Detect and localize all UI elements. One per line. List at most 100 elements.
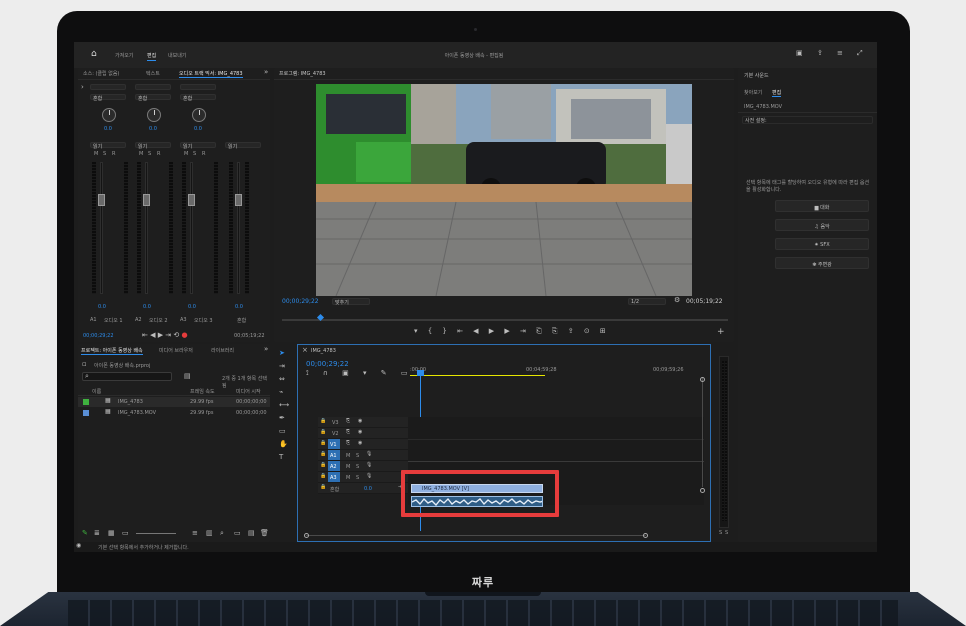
more-panels-icon[interactable]: » [264, 346, 268, 353]
tab-export[interactable]: 내보내기 [168, 52, 186, 59]
quick-export-icon[interactable]: ▣ [796, 50, 803, 57]
col-media-start[interactable]: 미디어 시작 [236, 388, 261, 395]
transport-controls[interactable]: ⇤ ◀ ▶ ⇥ ⟲ ● [142, 332, 188, 339]
add-button-icon[interactable]: + [717, 328, 725, 337]
record-button[interactable]: R [202, 151, 205, 157]
volume-fader[interactable] [188, 194, 195, 206]
automation-dropdown[interactable]: 읽기 [180, 142, 216, 150]
wrench-icon[interactable]: ⚙ [674, 297, 680, 304]
track-a3[interactable]: 🔒 A3 M S 🎙 [318, 472, 408, 483]
mic-icon[interactable]: 🎙 [366, 452, 372, 457]
home-icon[interactable]: ⌂ [91, 50, 97, 59]
hscroll-handle-right[interactable] [643, 533, 648, 538]
lock-icon[interactable]: 🔒 [320, 452, 326, 457]
automation-dropdown[interactable]: 읽기 [90, 142, 126, 150]
hand-icon[interactable]: ✋ [279, 441, 288, 448]
tab-edit-sound[interactable]: 편집 [772, 89, 782, 97]
program-video-frame[interactable] [316, 84, 692, 296]
find-icon[interactable]: ⌕ [220, 530, 224, 537]
track-v1[interactable]: 🔒 V1 ⎘ ◉ [318, 439, 408, 450]
scroll-handle-top[interactable] [700, 377, 705, 382]
type-icon[interactable]: T [279, 454, 283, 461]
ripple-edit-icon[interactable]: ⇔ [279, 376, 285, 383]
solo-button[interactable]: S [193, 151, 196, 157]
bin-icon[interactable]: ▤ [184, 373, 191, 380]
mic-icon[interactable]: 🎙 [366, 463, 372, 468]
sync-icon[interactable]: ⎘ [346, 419, 350, 424]
automation-dropdown[interactable]: 읽기 [135, 142, 171, 150]
fullscreen-icon[interactable]: ⤢ [857, 50, 863, 57]
mute-button[interactable]: M [346, 453, 350, 459]
trash-icon[interactable]: 🗑 [260, 530, 269, 537]
quality-dropdown[interactable]: 1/2 [628, 298, 666, 305]
tab-source[interactable]: 소스: (클립 없음) [83, 70, 119, 77]
lock-icon[interactable]: 🔒 [320, 485, 326, 490]
tab-edit[interactable]: 편집 [147, 52, 157, 61]
program-scrubber[interactable] [282, 319, 728, 321]
ambience-button[interactable]: ❃ 주변광 [775, 257, 869, 269]
scroll-handle-bottom[interactable] [700, 488, 705, 493]
solo-button[interactable]: S [356, 475, 359, 481]
mute-button[interactable]: M [139, 151, 143, 157]
more-panels-icon[interactable]: » [264, 69, 268, 76]
selection-tool-icon[interactable]: ➤ [279, 350, 285, 357]
automate-icon[interactable]: ▥ [206, 530, 213, 537]
share-icon[interactable]: ⇪ [817, 50, 823, 57]
new-item-icon[interactable]: ▤ [248, 530, 255, 537]
effect-slot[interactable] [135, 84, 171, 90]
tab-browse[interactable]: 찾아보기 [744, 89, 762, 96]
dialogue-button[interactable]: ▆ 대화 [775, 200, 869, 212]
lock-icon[interactable]: 🔒 [320, 463, 326, 468]
lock-icon[interactable]: 🔒 [320, 419, 326, 424]
zoom-slider[interactable] [136, 533, 176, 534]
close-icon[interactable]: × [302, 347, 308, 354]
pencil-icon[interactable]: ✎ [82, 530, 88, 537]
mute-button[interactable]: M [346, 475, 350, 481]
menu-icon[interactable]: ≡ [837, 50, 843, 57]
volume-fader[interactable] [143, 194, 150, 206]
playhead-handle[interactable] [417, 370, 424, 376]
mute-button[interactable]: M [184, 151, 188, 157]
send-dropdown[interactable]: 혼합 [90, 94, 126, 102]
rectangle-icon[interactable]: ▭ [279, 428, 286, 435]
pan-knob[interactable] [102, 108, 116, 122]
list-item[interactable]: ▦ IMG_4783 29.99 fps 00;00;00;00 [78, 397, 270, 407]
list-item[interactable]: ▦ IMG_4783.MOV 29.99 fps 00;00;00;00 [78, 408, 270, 418]
mute-button[interactable]: M [346, 464, 350, 470]
sync-icon[interactable]: ⎘ [346, 441, 350, 446]
horizontal-scrollbar[interactable] [306, 535, 646, 536]
tab-audio-mixer[interactable]: 오디오 트랙 믹서: IMG_4783 [179, 70, 243, 78]
send-dropdown[interactable]: 혼합 [180, 94, 216, 102]
tab-text[interactable]: 텍스트 [146, 70, 160, 77]
tab-project[interactable]: 프로젝트: 아이폰 동영상 배속 [81, 347, 143, 355]
sync-icon[interactable]: ⎘ [346, 430, 350, 435]
effect-slot[interactable] [180, 84, 216, 90]
icon-view-icon[interactable]: ▦ [108, 530, 115, 537]
slip-icon[interactable]: ⟷ [279, 402, 289, 409]
track-a2[interactable]: 🔒 A2 M S 🎙 [318, 461, 408, 472]
mic-icon[interactable]: 🎙 [366, 474, 372, 479]
list-view-icon[interactable]: ≣ [94, 530, 100, 537]
track-v2[interactable]: 🔒 V2 ⎘ ◉ [318, 428, 408, 439]
solo-button[interactable]: S [356, 453, 359, 459]
track-v3[interactable]: 🔒 V3 ⎘ ◉ [318, 417, 408, 428]
lock-icon[interactable]: 🔒 [320, 474, 326, 479]
fit-dropdown[interactable]: 맞추기 [332, 298, 370, 306]
sfx-button[interactable]: ✷ SFX [775, 238, 869, 250]
record-button[interactable]: R [157, 151, 160, 157]
col-fps[interactable]: 프레임 속도 [190, 388, 215, 395]
expand-icon[interactable]: › [81, 84, 84, 91]
pan-knob[interactable] [192, 108, 206, 122]
solo-button[interactable]: S [148, 151, 151, 157]
record-button[interactable]: R [112, 151, 115, 157]
work-area-bar[interactable] [410, 375, 545, 376]
search-input[interactable]: ⌕ [82, 372, 172, 381]
pen-icon[interactable]: ✒ [279, 415, 285, 422]
effect-slot[interactable] [90, 84, 126, 90]
meter-solo-right[interactable]: S [725, 530, 728, 536]
music-button[interactable]: ♫ 음악 [775, 219, 869, 231]
eye-icon[interactable]: ◉ [358, 441, 362, 446]
meter-solo-left[interactable]: S [719, 530, 722, 536]
solo-button[interactable]: S [103, 151, 106, 157]
track-a1[interactable]: 🔒 A1 M S 🎙 [318, 450, 408, 461]
